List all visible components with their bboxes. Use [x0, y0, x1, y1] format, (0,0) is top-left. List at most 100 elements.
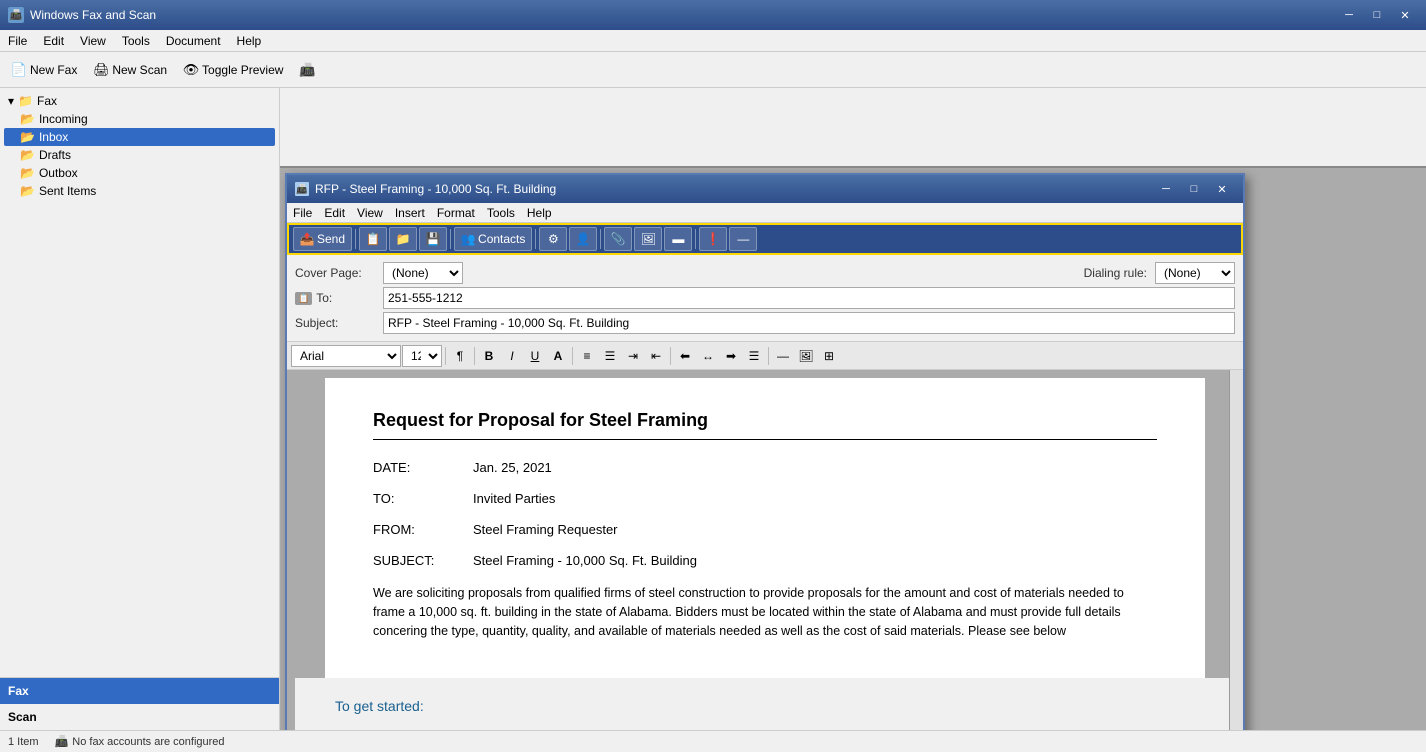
fax-menu-edit[interactable]: Edit [318, 205, 351, 221]
fax-menu-view[interactable]: View [351, 205, 389, 221]
close-button[interactable]: ✕ [1392, 5, 1418, 25]
main-window: 📠 Windows Fax and Scan ─ □ ✕ File Edit V… [0, 0, 1426, 752]
maximize-button[interactable]: □ [1364, 5, 1390, 25]
doc-from-value: Steel Framing Requester [473, 522, 1157, 537]
preview-section: To get started: Connect a phone line to … [295, 678, 1235, 730]
menu-view[interactable]: View [72, 32, 114, 50]
format-ol-button[interactable]: ≡ [576, 345, 598, 367]
fax-close-button[interactable]: ✕ [1209, 179, 1235, 199]
extra-toolbar-button[interactable]: 📠 [292, 58, 322, 82]
fax-tb7-button[interactable]: 👤 [569, 227, 597, 251]
fax-tb8-button[interactable]: 📎 [604, 227, 632, 251]
fax-contacts-button[interactable]: 👥 Contacts [454, 227, 532, 251]
right-area: 📠 RFP - Steel Framing - 10,000 Sq. Ft. B… [280, 88, 1426, 730]
fax-minimize-button[interactable]: ─ [1153, 179, 1179, 199]
outbox-folder-icon: 📂 [20, 166, 35, 180]
format-image-button[interactable]: 🖼 [795, 345, 817, 367]
fax-tb6-button[interactable]: ⚙ [539, 227, 567, 251]
sidebar-incoming-label: Incoming [39, 112, 88, 126]
sidebar-item-sent-items[interactable]: 📂 Sent Items [4, 182, 275, 200]
font-family-select[interactable]: Arial [291, 345, 401, 367]
document-area: Request for Proposal for Steel Framing D… [287, 370, 1243, 730]
sidebar-fax-section-label: Fax [8, 684, 29, 698]
menu-edit[interactable]: Edit [35, 32, 72, 50]
fax-root-expand-icon: ▾ [8, 94, 14, 108]
toolbar-sep-5 [695, 229, 696, 249]
menu-help[interactable]: Help [229, 32, 270, 50]
format-ul-button[interactable]: ☰ [599, 345, 621, 367]
sidebar-item-outbox[interactable]: 📂 Outbox [4, 164, 275, 182]
sidebar-item-incoming[interactable]: 📂 Incoming [4, 110, 275, 128]
format-underline-button[interactable]: U [524, 345, 546, 367]
fax-tb2-button[interactable]: 📋 [359, 227, 387, 251]
to-input[interactable] [383, 287, 1235, 309]
fax-priority-button[interactable]: ❗ [699, 227, 727, 251]
format-bold-button[interactable]: B [478, 345, 500, 367]
sidebar: ▾ 📁 Fax 📂 Incoming 📂 Inbox 📂 Drafts [0, 88, 280, 730]
fax-menu-format[interactable]: Format [431, 205, 481, 221]
to-row: 📋 To: [295, 287, 1235, 309]
format-justify-button[interactable]: ☰ [743, 345, 765, 367]
format-align-right-button[interactable]: ➡ [720, 345, 742, 367]
subject-input[interactable] [383, 312, 1235, 334]
format-font-color-button[interactable]: A [547, 345, 569, 367]
format-paragraph-button[interactable]: ¶ [449, 345, 471, 367]
fax-tb3-icon: 📁 [396, 232, 410, 246]
cover-page-select[interactable]: (None) [383, 262, 463, 284]
fax-menu-tools[interactable]: Tools [481, 205, 521, 221]
fax-title-controls: ─ □ ✕ [1153, 179, 1235, 199]
new-fax-icon: 📄 [11, 62, 27, 78]
incoming-folder-icon: 📂 [20, 112, 35, 126]
format-align-center-button[interactable]: ↔ [697, 345, 719, 367]
sidebar-section-fax[interactable]: Fax [0, 678, 279, 704]
fax-tb9-button[interactable]: 🖼 [634, 227, 662, 251]
format-hrule-button[interactable]: — [772, 345, 794, 367]
title-bar-controls: ─ □ ✕ [1336, 5, 1418, 25]
menu-tools[interactable]: Tools [114, 32, 158, 50]
fax-menu-bar: File Edit View Insert Format Tools Help [287, 203, 1243, 223]
sidebar-item-drafts[interactable]: 📂 Drafts [4, 146, 275, 164]
format-table-button[interactable]: ⊞ [818, 345, 840, 367]
sidebar-section-scan[interactable]: Scan [0, 704, 279, 730]
doc-to-value: Invited Parties [473, 491, 1157, 506]
fax-tb4-icon: 💾 [426, 232, 440, 246]
toolbar-sep-4 [600, 229, 601, 249]
sidebar-item-fax-root[interactable]: ▾ 📁 Fax [4, 92, 275, 110]
get-started-label: To get started: [335, 698, 1195, 714]
fax-send-button[interactable]: 📤 Send [293, 227, 352, 251]
fax-dash-button[interactable]: — [729, 227, 757, 251]
toggle-preview-button[interactable]: 👁 Toggle Preview [176, 58, 290, 82]
menu-file[interactable]: File [0, 32, 35, 50]
fax-menu-insert[interactable]: Insert [389, 205, 431, 221]
fax-send-icon: 📤 [300, 232, 314, 246]
format-align-left-button[interactable]: ⬅ [674, 345, 696, 367]
list-pane [280, 88, 1426, 168]
fax-status: 📠 No fax accounts are configured [55, 735, 225, 748]
format-sep-2 [474, 347, 475, 365]
sidebar-item-inbox[interactable]: 📂 Inbox [4, 128, 275, 146]
menu-document[interactable]: Document [158, 32, 229, 50]
fax-tb10-button[interactable]: ▬ [664, 227, 692, 251]
minimize-button[interactable]: ─ [1336, 5, 1362, 25]
document-scrollbar[interactable] [1229, 370, 1243, 730]
app-title-bar: 📠 Windows Fax and Scan ─ □ ✕ [0, 0, 1426, 30]
dialing-rule-select[interactable]: (None) [1155, 262, 1235, 284]
cover-page-row: Cover Page: (None) Dialing rule: (None) [295, 262, 1235, 284]
doc-subject-value: Steel Framing - 10,000 Sq. Ft. Building [473, 553, 1157, 568]
font-size-select[interactable]: 12 [402, 345, 442, 367]
format-italic-button[interactable]: I [501, 345, 523, 367]
format-outdent-button[interactable]: ⇤ [645, 345, 667, 367]
fax-maximize-button[interactable]: □ [1181, 179, 1207, 199]
toolbar-sep-1 [355, 229, 356, 249]
fax-menu-file[interactable]: File [287, 205, 318, 221]
fax-compose-window: 📠 RFP - Steel Framing - 10,000 Sq. Ft. B… [285, 173, 1421, 725]
to-label: 📋 To: [295, 291, 375, 305]
new-scan-button[interactable]: 🖨 New Scan [86, 58, 174, 82]
fax-status-icon: 📠 [55, 735, 69, 748]
new-fax-button[interactable]: 📄 New Fax [4, 58, 84, 82]
document-scroll-area[interactable]: Request for Proposal for Steel Framing D… [295, 378, 1235, 730]
fax-menu-help[interactable]: Help [521, 205, 558, 221]
fax-tb4-button[interactable]: 💾 [419, 227, 447, 251]
format-indent-button[interactable]: ⇥ [622, 345, 644, 367]
fax-tb3-button[interactable]: 📁 [389, 227, 417, 251]
